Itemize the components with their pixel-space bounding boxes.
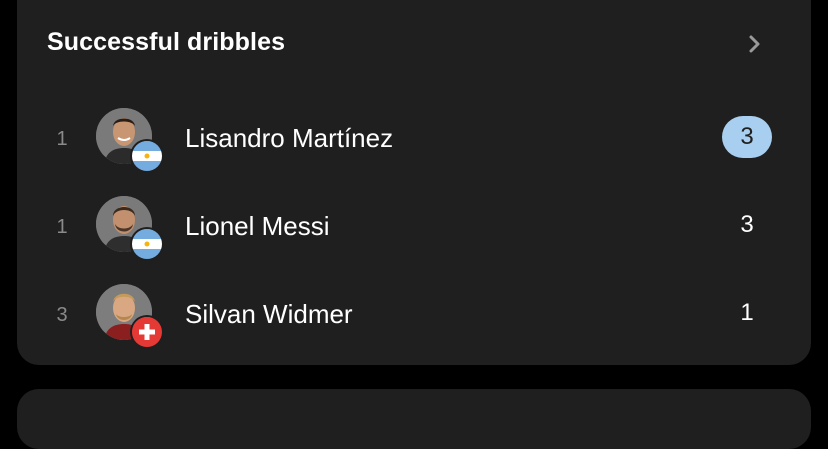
player-name: Lisandro Martínez (185, 123, 394, 153)
player-rank: 3 (56, 304, 68, 326)
argentina-flag-icon (132, 141, 162, 171)
player-row[interactable]: 1 Lionel Messi 3 (17, 186, 811, 266)
switzerland-flag-icon (132, 317, 162, 347)
card-header[interactable]: Successful dribbles (47, 24, 781, 64)
stat-value: 3 (740, 211, 754, 238)
player-name: Lionel Messi (185, 211, 330, 241)
player-rank: 1 (56, 128, 68, 150)
player-avatar (96, 284, 164, 350)
stat-card: Successful dribbles 1 Lisandro Martínez … (17, 0, 811, 365)
player-row[interactable]: 1 Lisandro Martínez 3 (17, 98, 811, 178)
player-name: Silvan Widmer (185, 299, 353, 329)
player-avatar (96, 108, 164, 174)
next-card (17, 389, 811, 449)
player-row[interactable]: 3 Silvan Widmer 1 (17, 274, 811, 354)
chevron-right-icon[interactable] (745, 32, 765, 56)
stat-value-badge: 3 (722, 116, 772, 158)
card-title: Successful dribbles (47, 28, 286, 56)
player-rank: 1 (56, 216, 68, 238)
argentina-flag-icon (132, 229, 162, 259)
player-avatar (96, 196, 164, 262)
stat-value: 1 (740, 299, 754, 326)
